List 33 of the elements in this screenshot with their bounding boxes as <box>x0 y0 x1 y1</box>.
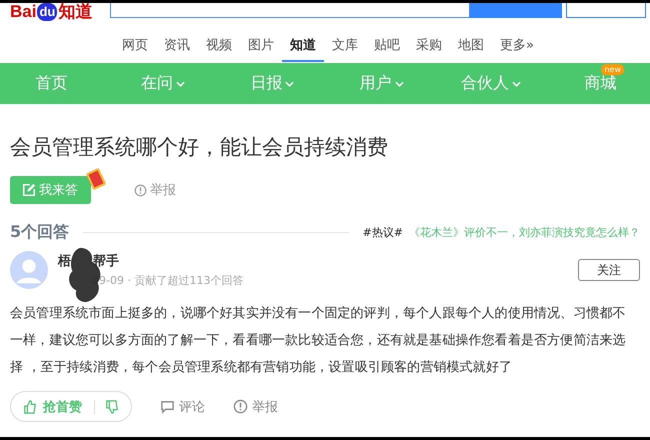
chevron-icon[interactable] <box>394 80 404 86</box>
channel-tab[interactable]: 文库 <box>324 36 366 62</box>
avatar[interactable] <box>10 251 48 289</box>
ask-button[interactable] <box>566 3 646 18</box>
answer-text: 会员管理系统市面上挺多的，说哪个好其实并没有一个固定的评判，每个人跟每个人的使用情况、习惯都不一样，建议您可以多方面的了解一下，看看哪一款比较适合您，还有就是基础操作您看着是否方便简洁来选择 ，至于持续消费，每个会员管理系统都有营销功能，设置吸引顾客的营销模式就好了 <box>10 305 627 377</box>
chevron-icon[interactable] <box>176 80 185 86</box>
channel-tab[interactable]: 图片 <box>240 36 282 62</box>
question-title: 会员管理系统哪个好，能让会员持续消费 <box>10 134 389 161</box>
comment-link[interactable]: 评论 <box>160 398 205 416</box>
channel-tab[interactable]: 更多» <box>492 36 542 62</box>
dislike-button[interactable] <box>105 400 119 414</box>
search-field[interactable] <box>110 3 470 18</box>
logo[interactable]: Bai du 知道 <box>10 3 110 21</box>
channel-tab[interactable]: 地图 <box>450 36 492 62</box>
channel-tab[interactable]: 资讯 <box>156 36 198 62</box>
hot-tag: #热议# <box>362 224 403 240</box>
channel-tab[interactable]: 贴吧 <box>366 36 408 62</box>
chevron-icon[interactable] <box>512 80 521 86</box>
channel-tab[interactable]: 网页 <box>114 36 156 62</box>
chevron-icon[interactable] <box>285 80 294 86</box>
answer-count: 5个回答 <box>10 222 70 242</box>
thumbs-up-icon <box>23 400 37 414</box>
report-link[interactable]: 举报 <box>233 398 278 416</box>
channel-tab[interactable]: 采购 <box>408 36 450 62</box>
comment-icon <box>160 399 175 414</box>
report-icon <box>233 399 248 414</box>
follow-button[interactable]: 关注 <box>578 259 640 281</box>
author-name[interactable]: 帮手 <box>93 252 119 270</box>
report-icon <box>134 184 147 196</box>
new-badge: new <box>601 64 624 75</box>
edit-icon <box>22 183 36 197</box>
author-name[interactable]: 梧 <box>58 252 71 270</box>
channel-tab[interactable]: 视频 <box>198 36 240 62</box>
